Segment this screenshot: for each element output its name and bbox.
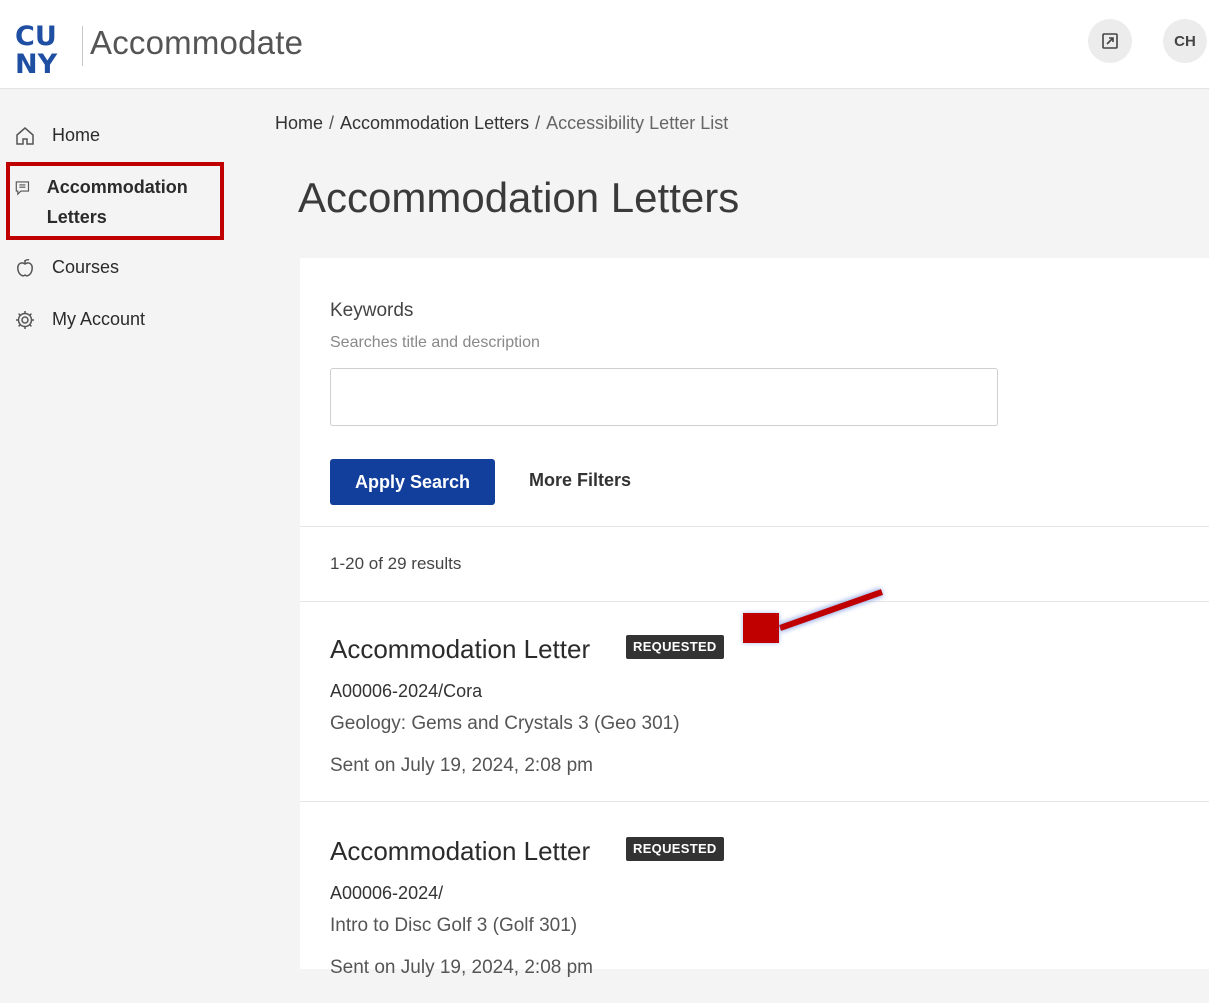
sidebar-item-courses[interactable]: Courses — [14, 256, 119, 282]
app-title[interactable]: Accommodate — [90, 24, 303, 62]
breadcrumb-current: Accessibility Letter List — [546, 113, 729, 133]
apple-icon — [17, 259, 33, 277]
breadcrumb-home[interactable]: Home — [275, 113, 323, 133]
page-title: Accommodation Letters — [298, 174, 740, 221]
letter-title[interactable]: Accommodation Letter — [330, 634, 590, 665]
breadcrumb: Home / Accommodation Letters / Accessibility… — [275, 113, 728, 134]
logo-divider — [82, 26, 83, 66]
letter-title[interactable]: Accommodation Letter — [330, 836, 590, 867]
sidebar-item-label: Home — [52, 125, 101, 145]
letter-sent-date: Sent on July 19, 2024, 2:08 pm — [330, 755, 594, 776]
sidebar-item-my-account[interactable]: My Account — [14, 308, 145, 334]
gear-icon — [16, 311, 34, 329]
list-item[interactable]: Accommodation Letter REQUESTED A00006-20… — [300, 803, 1209, 1003]
svg-text:CU: CU — [15, 21, 57, 52]
sidebar-item-label: Courses — [52, 257, 120, 277]
more-filters-button[interactable]: More Filters — [529, 470, 631, 491]
breadcrumb-separator: / — [535, 113, 541, 133]
status-badge: REQUESTED — [626, 837, 724, 861]
home-icon — [16, 127, 34, 145]
annotation-arrow — [743, 587, 884, 643]
apply-search-button[interactable]: Apply Search — [330, 459, 495, 505]
results-count: 1-20 of 29 results — [330, 554, 462, 573]
sidebar-item-home[interactable]: Home — [14, 124, 100, 150]
keywords-input[interactable] — [330, 368, 998, 426]
keywords-help-text: Searches title and description — [330, 334, 540, 351]
letter-id: A00006-2024/ — [330, 883, 444, 903]
user-avatar[interactable]: CH — [1163, 19, 1207, 63]
letter-course: Intro to Disc Golf 3 (Golf 301) — [330, 915, 578, 936]
status-badge: REQUESTED — [626, 635, 724, 659]
svg-text:NY: NY — [15, 49, 58, 74]
expand-icon — [1102, 33, 1118, 49]
breadcrumb-accommodation-letters[interactable]: Accommodation Letters — [340, 113, 529, 133]
annotation-highlight-box — [6, 162, 224, 240]
letter-sent-date: Sent on July 19, 2024, 2:08 pm — [330, 957, 594, 978]
breadcrumb-separator: / — [329, 113, 335, 133]
keywords-label: Keywords — [330, 300, 414, 321]
letter-id: A00006-2024/Cora — [330, 681, 483, 701]
sidebar-item-label: My Account — [52, 309, 146, 329]
cuny-logo[interactable]: CU NY — [14, 20, 76, 74]
app-header: CU NY Accommodate CH — [0, 0, 1209, 89]
letter-course: Geology: Gems and Crystals 3 (Geo 301) — [330, 713, 680, 734]
expand-button[interactable] — [1088, 19, 1132, 63]
